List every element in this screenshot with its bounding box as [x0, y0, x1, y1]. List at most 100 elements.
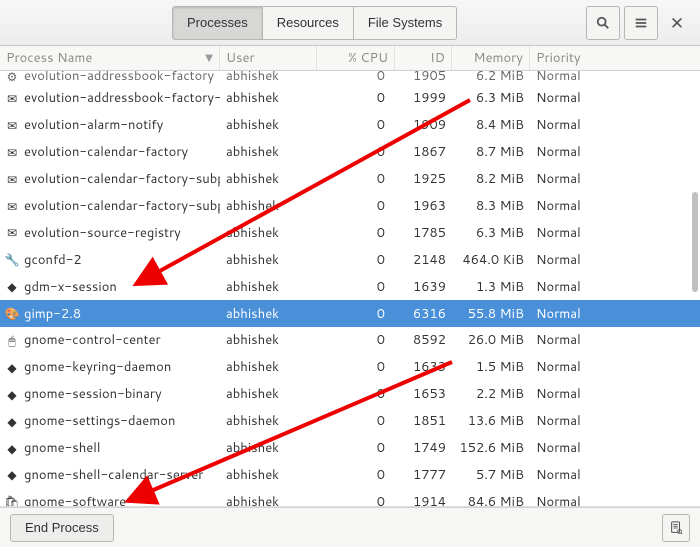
process-cpu: 0 [317, 358, 395, 376]
process-name: gnome-control-center [24, 331, 161, 349]
process-id: 1963 [395, 197, 452, 215]
process-id: 1851 [395, 412, 452, 430]
properties-button[interactable] [662, 514, 690, 542]
process-priority: Normal [530, 466, 700, 484]
titlebar: ProcessesResourcesFile Systems ✕ [0, 0, 700, 46]
table-row[interactable]: ✉evolution-calendar-factory-subpabhishek… [0, 193, 700, 220]
process-icon: ✉ [4, 117, 20, 133]
process-name: gnome-settings-daemon [24, 412, 175, 430]
table-row[interactable]: ✉evolution-calendar-factoryabhishek01867… [0, 139, 700, 166]
process-cpu: 0 [317, 71, 395, 85]
process-icon: 🎨 [4, 306, 20, 322]
process-memory: 8.3 MiB [452, 197, 530, 215]
process-memory: 1.5 MiB [452, 358, 530, 376]
column-header-id[interactable]: ID [395, 46, 452, 70]
process-icon: 🔧 [4, 252, 20, 268]
process-id: 1653 [395, 385, 452, 403]
process-memory: 2.2 MiB [452, 385, 530, 403]
process-memory: 464.0 KiB [452, 251, 530, 269]
table-row[interactable]: ✉evolution-alarm-notifyabhishek019098.4 … [0, 112, 700, 139]
process-user: abhishek [220, 170, 317, 188]
process-name: evolution-calendar-factory [24, 143, 188, 161]
table-row[interactable]: ⚙evolution-addressbook-factoryabhishek01… [0, 71, 700, 85]
column-header-cpu[interactable]: % CPU [317, 46, 395, 70]
process-memory: 5.7 MiB [452, 466, 530, 484]
process-name: evolution-calendar-factory-subp [24, 197, 220, 215]
end-process-button[interactable]: End Process [10, 514, 114, 542]
process-priority: Normal [530, 71, 700, 85]
process-user: abhishek [220, 197, 317, 215]
process-name: evolution-source-registry [24, 224, 181, 242]
table-row[interactable]: ◆gnome-keyring-daemonabhishek016331.5 Mi… [0, 354, 700, 381]
process-priority: Normal [530, 439, 700, 457]
process-icon: ✉ [4, 198, 20, 214]
search-button[interactable] [586, 6, 620, 40]
process-icon: ◆ [4, 413, 20, 429]
scrollbar-thumb[interactable] [692, 192, 698, 292]
process-priority: Normal [530, 278, 700, 296]
process-cpu: 0 [317, 251, 395, 269]
process-memory: 8.7 MiB [452, 143, 530, 161]
process-memory: 8.4 MiB [452, 116, 530, 134]
table-row[interactable]: ◆gnome-shellabhishek01749152.6 MiBNormal [0, 435, 700, 462]
process-user: abhishek [220, 358, 317, 376]
column-header-priority[interactable]: Priority [530, 46, 700, 70]
process-memory: 84.6 MiB [452, 493, 530, 506]
process-cpu: 0 [317, 170, 395, 188]
table-row[interactable]: 🖱gnome-control-centerabhishek0859226.0 M… [0, 327, 700, 354]
process-name: gnome-keyring-daemon [24, 358, 171, 376]
tab-file-systems[interactable]: File Systems [354, 6, 457, 40]
column-header-user[interactable]: User [220, 46, 317, 70]
table-row[interactable]: ◆gnome-shell-calendar-serverabhishek0177… [0, 461, 700, 488]
table-row[interactable]: ✉evolution-source-registryabhishek017856… [0, 219, 700, 246]
process-id: 1909 [395, 116, 452, 134]
table-row[interactable]: ✉evolution-calendar-factory-subpabhishek… [0, 166, 700, 193]
process-user: abhishek [220, 71, 317, 85]
table-row[interactable]: ◆gnome-settings-daemonabhishek0185113.6 … [0, 408, 700, 435]
process-priority: Normal [530, 305, 700, 323]
process-icon: ◆ [4, 359, 20, 375]
process-cpu: 0 [317, 143, 395, 161]
process-icon: 🖱 [4, 332, 20, 348]
process-icon: 🛍 [4, 494, 20, 506]
table-row[interactable]: 🔧gconfd-2abhishek02148464.0 KiBNormal [0, 246, 700, 273]
column-header-memory[interactable]: Memory [452, 46, 530, 70]
table-row[interactable]: 🎨gimp-2.8abhishek0631655.8 MiBNormal [0, 300, 700, 327]
process-priority: Normal [530, 197, 700, 215]
process-name: gnome-software [24, 493, 126, 506]
table-row[interactable]: ◆gnome-session-binaryabhishek016532.2 Mi… [0, 381, 700, 408]
process-user: abhishek [220, 385, 317, 403]
vertical-scrollbar[interactable] [690, 72, 698, 500]
process-icon: ✉ [4, 90, 20, 106]
process-user: abhishek [220, 493, 317, 506]
column-header-name[interactable]: Process Name ▼ [0, 46, 220, 70]
process-name: gimp-2.8 [24, 305, 81, 323]
process-icon: ✉ [4, 225, 20, 241]
process-list: Process Name ▼ User % CPU ID Memory Prio… [0, 46, 700, 506]
system-monitor-window: ProcessesResourcesFile Systems ✕ Process… [0, 0, 700, 547]
process-user: abhishek [220, 224, 317, 242]
tab-processes[interactable]: Processes [172, 6, 263, 40]
process-user: abhishek [220, 331, 317, 349]
process-name: evolution-addressbook-factory [24, 71, 214, 85]
process-cpu: 0 [317, 331, 395, 349]
process-user: abhishek [220, 305, 317, 323]
process-icon: ◆ [4, 279, 20, 295]
process-name: evolution-alarm-notify [24, 116, 163, 134]
process-priority: Normal [530, 412, 700, 430]
tab-resources[interactable]: Resources [263, 6, 354, 40]
process-icon: ◆ [4, 467, 20, 483]
process-memory: 6.3 MiB [452, 89, 530, 107]
process-user: abhishek [220, 116, 317, 134]
process-priority: Normal [530, 358, 700, 376]
table-row[interactable]: 🛍gnome-softwareabhishek0191484.6 MiBNorm… [0, 488, 700, 506]
menu-button[interactable] [624, 6, 658, 40]
process-id: 1867 [395, 143, 452, 161]
process-rows: ⚙evolution-addressbook-factoryabhishek01… [0, 71, 700, 506]
process-icon: ◆ [4, 440, 20, 456]
table-row[interactable]: ✉evolution-addressbook-factory-abhishek0… [0, 85, 700, 112]
process-name: gdm-x-session [24, 278, 117, 296]
close-button[interactable]: ✕ [662, 6, 692, 40]
process-memory: 8.2 MiB [452, 170, 530, 188]
table-row[interactable]: ◆gdm-x-sessionabhishek016391.3 MiBNormal [0, 273, 700, 300]
